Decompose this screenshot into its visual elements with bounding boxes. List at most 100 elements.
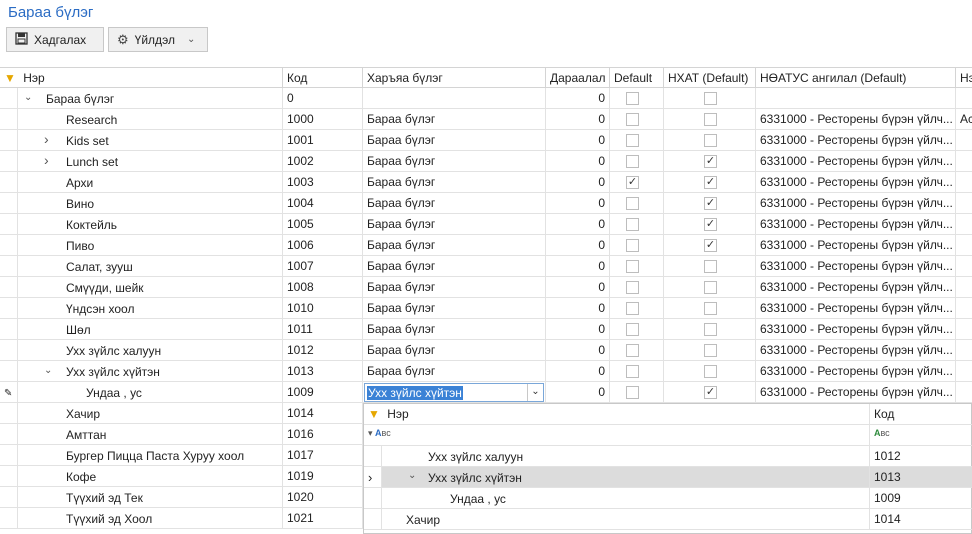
row-indicator[interactable] xyxy=(0,256,18,277)
collapse-chevron-icon[interactable]: ⌄ xyxy=(44,365,52,376)
cell-parent[interactable]: Бараа бүлэг xyxy=(363,277,546,298)
checkbox[interactable]: ✓ xyxy=(704,239,717,252)
column-header-order[interactable]: Дараалал xyxy=(546,67,610,88)
cell-extra[interactable] xyxy=(956,151,972,172)
cell-code[interactable]: 1008 xyxy=(283,277,363,298)
column-header-parent[interactable]: Харъяа бүлэг xyxy=(363,67,546,88)
close-button[interactable]: Хадгалах xyxy=(6,27,104,52)
table-row[interactable]: Архи 1003 Бараа бүлэг 0 ✓ ✓ 6331000 - Ресторен… xyxy=(0,172,972,193)
column-header-code[interactable]: Код xyxy=(283,67,363,88)
checkbox[interactable] xyxy=(626,218,639,231)
cell-order[interactable]: 0 xyxy=(546,88,610,109)
checkbox[interactable] xyxy=(626,155,639,168)
cell-vat-category[interactable]: 6331000 - Ресторены бүрэн үйлч... xyxy=(756,109,956,130)
cell-vat-category[interactable]: 6331000 - Ресторены бүрэн үйлч... xyxy=(756,151,956,172)
dropdown-column-header-code[interactable]: Код xyxy=(870,404,972,425)
cell-name[interactable]: Амттан xyxy=(18,424,283,445)
checkbox[interactable] xyxy=(704,113,717,126)
dropdown-column-header-name[interactable]: ▼ Нэр xyxy=(364,404,870,425)
cell-code[interactable]: 1000 xyxy=(283,109,363,130)
table-row[interactable]: Шөл 1011 Бараа бүлэг 0 6331000 - Ресторены б… xyxy=(0,319,972,340)
dropdown-cell-code[interactable]: 1009 xyxy=(870,488,972,509)
cell-order[interactable]: 0 xyxy=(546,130,610,151)
cell-extra[interactable] xyxy=(956,130,972,151)
checkbox[interactable] xyxy=(704,260,717,273)
cell-parent[interactable]: Бараа бүлэг xyxy=(363,319,546,340)
cell-extra[interactable] xyxy=(956,235,972,256)
cell-name[interactable]: › Kids set xyxy=(18,130,283,151)
table-row[interactable]: Салат, зууш 1007 Бараа бүлэг 0 6331000 - Рес… xyxy=(0,256,972,277)
cell-code[interactable]: 1019 xyxy=(283,466,363,487)
checkbox[interactable] xyxy=(626,92,639,105)
cell-parent[interactable]: Бараа бүлэг xyxy=(363,172,546,193)
checkbox[interactable] xyxy=(626,197,639,210)
table-row[interactable]: Ухх зүйлс халуун 1012 Бараа бүлэг 0 6331000 … xyxy=(0,340,972,361)
checkbox[interactable] xyxy=(704,344,717,357)
expand-chevron-icon[interactable]: › xyxy=(44,152,49,168)
cell-vat-category[interactable]: 6331000 - Ресторены бүрэн үйлч... xyxy=(756,214,956,235)
cell-parent[interactable]: Бараа бүлэг xyxy=(363,214,546,235)
cell-name[interactable]: Салат, зууш xyxy=(18,256,283,277)
checkbox[interactable] xyxy=(704,365,717,378)
cell-vat-category[interactable]: 6331000 - Ресторены бүрэн үйлч... xyxy=(756,130,956,151)
cell-name[interactable]: Түүхий эд Хоол xyxy=(18,508,283,529)
cell-name[interactable]: Пиво xyxy=(18,235,283,256)
cell-code[interactable]: 1006 xyxy=(283,235,363,256)
dropdown-cell-name[interactable]: Ухх зүйлс халуун xyxy=(382,446,870,467)
row-indicator[interactable] xyxy=(0,88,18,109)
cell-vat-category[interactable]: 6331000 - Ресторены бүрэн үйлч... xyxy=(756,256,956,277)
row-indicator[interactable] xyxy=(0,319,18,340)
dropdown-cell-name[interactable]: Ундаа , ус xyxy=(382,488,870,509)
parent-group-dropdown-panel[interactable]: ▼ Нэр Код ▾ Aвс Aвс Ухх зүйлс халуун 1012… xyxy=(363,403,972,534)
row-indicator[interactable] xyxy=(0,466,18,487)
dropdown-cell-name[interactable]: ⌄ Ухх зүйлс хүйтэн xyxy=(382,467,870,488)
cell-order[interactable]: 0 xyxy=(546,277,610,298)
cell-code[interactable]: 0 xyxy=(283,88,363,109)
cell-extra[interactable] xyxy=(956,256,972,277)
cell-code[interactable]: 1004 xyxy=(283,193,363,214)
cell-name[interactable]: Архи xyxy=(18,172,283,193)
cell-code[interactable]: 1007 xyxy=(283,256,363,277)
checkbox[interactable] xyxy=(704,302,717,315)
cell-parent[interactable]: Бараа бүлэг xyxy=(363,109,546,130)
checkbox[interactable]: ✓ xyxy=(704,386,717,399)
checkbox[interactable] xyxy=(704,323,717,336)
cell-parent[interactable] xyxy=(363,88,546,109)
table-row[interactable]: › Lunch set 1002 Бараа бүлэг 0 ✓ 6331000 - Рес… xyxy=(0,151,972,172)
cell-vat-category[interactable]: 6331000 - Ресторены бүрэн үйлч... xyxy=(756,277,956,298)
column-header-name[interactable]: ▼ Нэр xyxy=(0,67,283,88)
row-indicator[interactable] xyxy=(0,298,18,319)
checkbox[interactable] xyxy=(626,386,639,399)
parent-group-editor[interactable]: Ухх зүйлс хүйтэн ⌄ xyxy=(363,382,546,403)
cell-extra[interactable] xyxy=(956,361,972,382)
checkbox[interactable]: ✓ xyxy=(704,155,717,168)
checkbox[interactable]: ✓ xyxy=(704,218,717,231)
row-indicator[interactable] xyxy=(0,214,18,235)
checkbox[interactable]: ✓ xyxy=(704,197,717,210)
checkbox[interactable]: ✓ xyxy=(704,176,717,189)
cell-code[interactable]: 1013 xyxy=(283,361,363,382)
cell-vat-category[interactable]: 6331000 - Ресторены бүрэн үйлч... xyxy=(756,193,956,214)
cell-extra[interactable]: Ac xyxy=(956,109,972,130)
column-header-default[interactable]: Default xyxy=(610,67,664,88)
cell-order[interactable]: 0 xyxy=(546,256,610,277)
cell-order[interactable]: 0 xyxy=(546,298,610,319)
actions-button[interactable]: ⚙ Үйлдэл ⌄ xyxy=(108,27,208,52)
cell-name[interactable]: Ундаа , ус xyxy=(18,382,283,403)
dropdown-list-item[interactable]: › ⌄ Ухх зүйлс хүйтэн 1013 xyxy=(364,467,972,488)
checkbox[interactable]: ✓ xyxy=(626,176,639,189)
filter-icon[interactable]: ▼ xyxy=(368,407,380,421)
cell-extra[interactable] xyxy=(956,298,972,319)
row-indicator[interactable] xyxy=(0,403,18,424)
checkbox[interactable] xyxy=(704,134,717,147)
cell-vat-category[interactable]: 6331000 - Ресторены бүрэн үйлч... xyxy=(756,235,956,256)
cell-parent[interactable]: Бараа бүлэг xyxy=(363,235,546,256)
cell-code[interactable]: 1012 xyxy=(283,340,363,361)
parent-group-combobox[interactable]: Ухх зүйлс хүйтэн ⌄ xyxy=(364,383,544,402)
dropdown-list-item[interactable]: Хачир 1014 xyxy=(364,509,972,530)
dropdown-list-item[interactable]: Ухх зүйлс халуун 1012 xyxy=(364,446,972,467)
cell-name[interactable]: ⌄ Ухх зүйлс хүйтэн xyxy=(18,361,283,382)
cell-code[interactable]: 1001 xyxy=(283,130,363,151)
cell-code[interactable]: 1017 xyxy=(283,445,363,466)
cell-order[interactable]: 0 xyxy=(546,151,610,172)
